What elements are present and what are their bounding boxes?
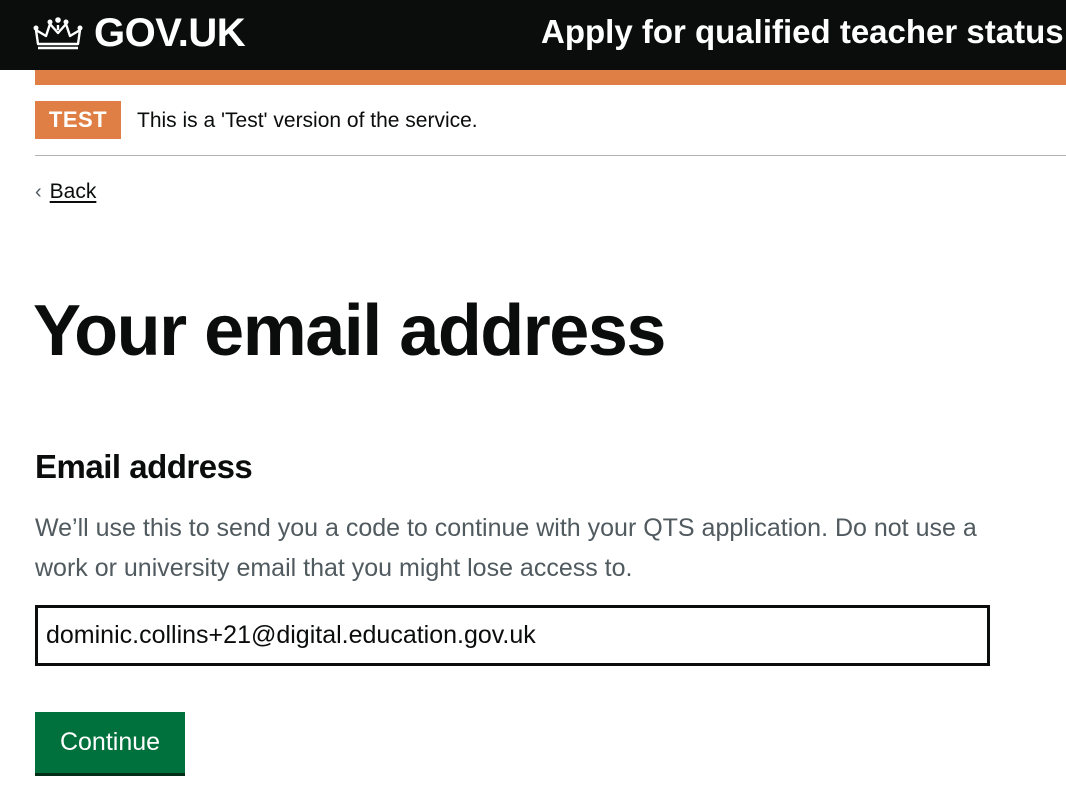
header-accent-stripe [35,70,1066,85]
email-input[interactable] [35,605,990,666]
email-field-hint: We’ll use this to send you a code to con… [35,514,977,582]
back-link-label: Back [49,180,97,203]
email-field-label: Email address [35,448,253,485]
govuk-logo-link[interactable]: GOV.UK [32,8,246,58]
phase-banner: TEST This is a 'Test' version of the ser… [35,101,1066,156]
phase-banner-text: This is a 'Test' version of the service. [137,109,478,132]
continue-button[interactable]: Continue [35,712,185,773]
page-title: Your email address [33,291,666,371]
crown-icon [33,17,83,50]
phase-tag: TEST [35,101,121,139]
back-link[interactable]: ‹ Back [35,180,96,204]
site-header: GOV.UK Apply for qualified teacher statu… [0,0,1066,70]
service-name-link[interactable]: Apply for qualified teacher status [541,13,1064,51]
chevron-left-icon: ‹ [35,180,42,203]
govuk-logo-text: GOV.UK [94,10,246,55]
